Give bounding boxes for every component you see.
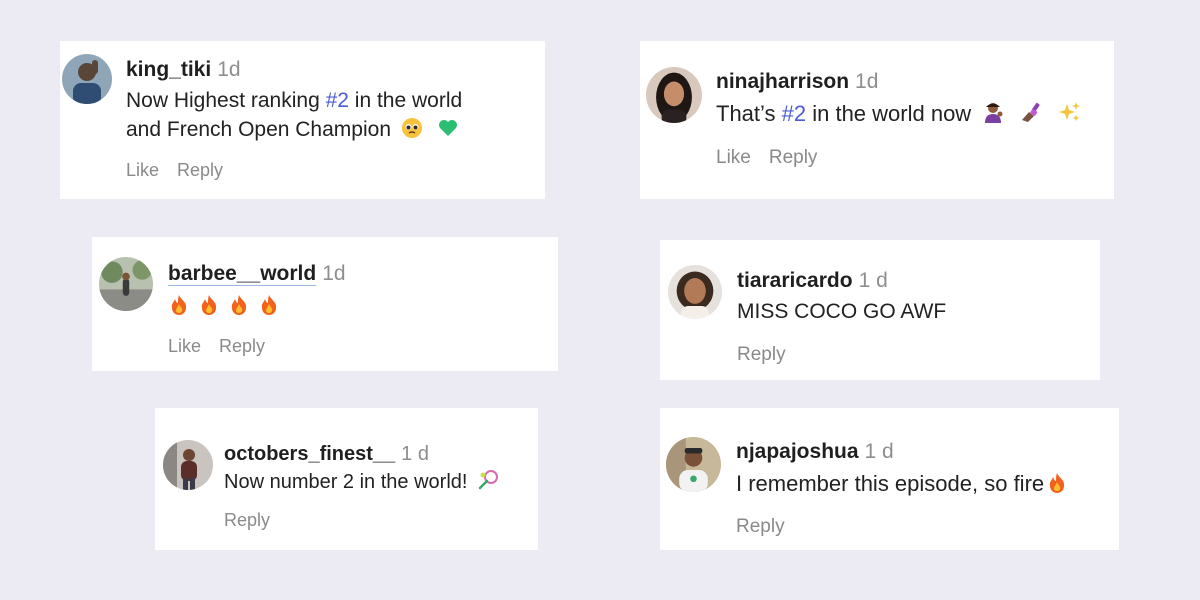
username[interactable]: ninajharrison 1d [716,70,878,94]
fire-emoji [260,294,278,316]
reply-button[interactable]: Reply [769,147,818,169]
username-text[interactable]: tiararicardo [737,269,853,292]
avatar[interactable] [646,67,702,123]
fire-emoji [230,294,248,316]
sparkles-emoji [1058,100,1082,124]
comment-actions: Like Reply [716,147,835,169]
comment-text: That’s #2 in the world now [716,99,1086,128]
avatar[interactable] [99,257,153,311]
hashtag-link[interactable]: #2 [782,101,806,126]
comment-card-njapajoshua: njapajoshua 1 d I remember this episode, … [660,408,1119,550]
username[interactable]: octobers_finest__ 1 d [224,443,429,466]
reply-button[interactable]: Reply [177,160,223,181]
comment-actions: Like Reply [126,160,241,181]
comment-card-barbee-world: barbee__world 1d Like Reply [92,237,558,371]
comment-card-ninajharrison: ninajharrison 1d That’s #2 in the world n… [640,41,1114,199]
tennis-racket-emoji [477,469,499,491]
reply-button[interactable]: Reply [736,516,785,538]
comment-card-tiararicardo: tiararicardo 1 d MISS COCO GO AWF Reply [660,240,1100,380]
timestamp: 1 d [858,269,888,292]
comment-actions: Reply [224,510,288,531]
timestamp: 1 d [401,443,429,465]
hashtag-link[interactable]: #2 [326,89,349,112]
fire-emoji [1048,472,1066,494]
comment-text: Now Highest ranking #2 in the world and … [126,89,463,141]
comment-text: I remember this episode, so fire [736,469,1070,498]
comment-card-octobers-finest: octobers_finest__ 1 d Now number 2 in the… [155,408,538,550]
comment-text [168,292,288,321]
username[interactable]: king_tiki 1d [126,58,241,82]
nail-polish-emoji [1019,100,1043,124]
username-text[interactable]: ninajharrison [716,70,849,93]
fire-emoji [200,294,218,316]
comment-actions: Like Reply [168,336,283,357]
avatar[interactable] [163,440,213,490]
avatar[interactable] [668,265,722,319]
comment-text: Now number 2 in the world! [224,468,503,497]
pleading-face-emoji [401,117,423,139]
username[interactable]: tiararicardo 1 d [737,269,888,293]
person-tipping-hand-emoji [981,100,1005,124]
timestamp: 1d [217,58,241,81]
comment-card-king-tiki: king_tiki 1d Now Highest ranking #2 in th… [60,41,545,199]
username[interactable]: barbee__world 1d [168,262,346,286]
timestamp: 1d [855,70,879,93]
timestamp: 1d [322,262,346,285]
reply-button[interactable]: Reply [737,344,786,366]
avatar[interactable] [62,54,112,104]
username-text[interactable]: njapajoshua [736,440,859,463]
like-button[interactable]: Like [126,160,159,181]
reply-button[interactable]: Reply [219,336,265,357]
comment-actions: Reply [736,516,803,538]
fire-emoji [170,294,188,316]
green-heart-emoji [437,117,459,139]
timestamp: 1 d [864,440,894,463]
avatar[interactable] [666,437,721,492]
like-button[interactable]: Like [716,147,751,169]
comment-actions: Reply [737,344,804,366]
username[interactable]: njapajoshua 1 d [736,440,894,464]
reply-button[interactable]: Reply [224,510,270,531]
like-button[interactable]: Like [168,336,201,357]
username-text[interactable]: king_tiki [126,58,211,81]
username-text[interactable]: barbee__world [168,262,317,286]
username-text[interactable]: octobers_finest__ [224,443,395,465]
comment-text: MISS COCO GO AWF [737,300,947,323]
